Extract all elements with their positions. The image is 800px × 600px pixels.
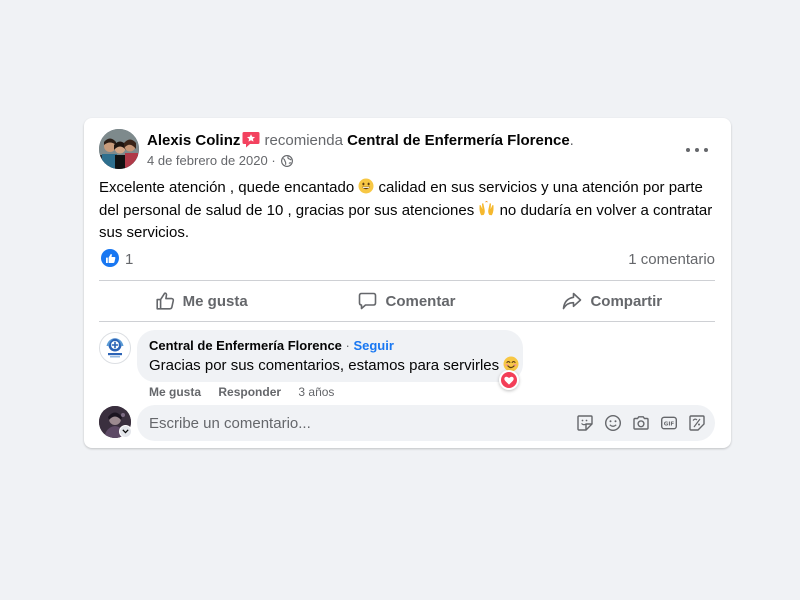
share-icon [563,292,582,310]
camera-icon[interactable] [631,413,651,433]
post-meta: 4 de febrero de 2020 · [147,153,294,170]
like-button[interactable]: Me gusta [99,282,304,320]
comment-icon [359,292,377,310]
comment-text: Gracias por sus comentarios, estamos par… [149,357,504,374]
author-name[interactable]: Alexis Colinz [147,132,240,149]
comment-separator: · [341,338,354,353]
meta-separator: · [271,153,280,168]
comment-timestamp[interactable]: 3 años [298,385,334,399]
share-button[interactable]: Compartir [510,282,715,320]
raising-hands-emoji-icon [478,200,495,224]
post-actions: Me gusta Comentar Compartir [99,282,715,320]
like-count[interactable]: 1 [125,251,133,268]
post-text-part: Excelente atención , quede encantado [99,179,359,196]
more-dot-icon [695,148,699,152]
more-dot-icon [704,148,708,152]
more-options-button[interactable] [686,143,708,157]
recommend-verb: recomienda [264,132,343,149]
like-icon[interactable] [101,249,119,267]
heart-icon [501,372,517,388]
post-date[interactable]: 4 de febrero de 2020 [147,153,268,168]
post-card: Alexis Colinz recomienda Central de Enfe… [84,118,731,448]
comment-header: Central de Enfermería Florence · Seguir [149,338,394,353]
heart-reaction[interactable] [499,370,519,390]
headline-period: . [569,132,574,149]
grinning-face-emoji-icon [358,178,374,201]
post-headline: Alexis Colinz recomienda Central de Enfe… [147,131,574,150]
comment-count[interactable]: 1 comentario [628,251,715,268]
globe-icon[interactable] [281,155,294,170]
sticker-icon[interactable] [575,413,595,433]
comment-like-link[interactable]: Me gusta [149,385,201,399]
post-header: Alexis Colinz recomienda Central de Enfe… [99,129,716,171]
post-body: Excelente atención , quede encantado cal… [99,178,719,244]
comment-actions: Me gusta Responder 3 años [149,385,334,399]
comment-reply-link[interactable]: Responder [218,385,281,399]
share-button-label: Compartir [590,292,663,310]
comment-body: Gracias por sus comentarios, estamos par… [149,356,519,376]
comment-input[interactable] [149,405,549,441]
more-dot-icon [686,148,690,152]
composer-toolbar: GIF [567,413,707,433]
comment-input-wrapper: GIF [137,405,715,441]
like-button-label: Me gusta [182,292,248,310]
chevron-down-icon[interactable] [119,425,132,438]
comment-bubble: Central de Enfermería Florence · Seguir … [137,330,523,382]
divider [99,280,715,281]
reaction-stats: 1 1 comentario [99,248,715,270]
thumbs-up-icon [156,292,174,310]
gif-icon[interactable]: GIF [659,413,679,433]
page-logo-avatar[interactable] [99,332,131,364]
follow-button[interactable]: Seguir [353,338,393,353]
recommended-page-link[interactable]: Central de Enfermería Florence [347,132,570,149]
comment-author[interactable]: Central de Enfermería Florence [149,338,342,353]
avatar-sticker-icon[interactable] [687,413,707,433]
emoji-icon[interactable] [603,413,623,433]
divider [99,321,715,322]
comment-button[interactable]: Comentar [304,282,509,320]
comment-composer: GIF [99,405,715,441]
author-avatar[interactable] [99,129,139,169]
comment-button-label: Comentar [385,292,456,310]
svg-text:GIF: GIF [664,422,675,428]
recommend-icon [242,131,260,148]
comment-item: Central de Enfermería Florence · Seguir … [99,330,715,404]
